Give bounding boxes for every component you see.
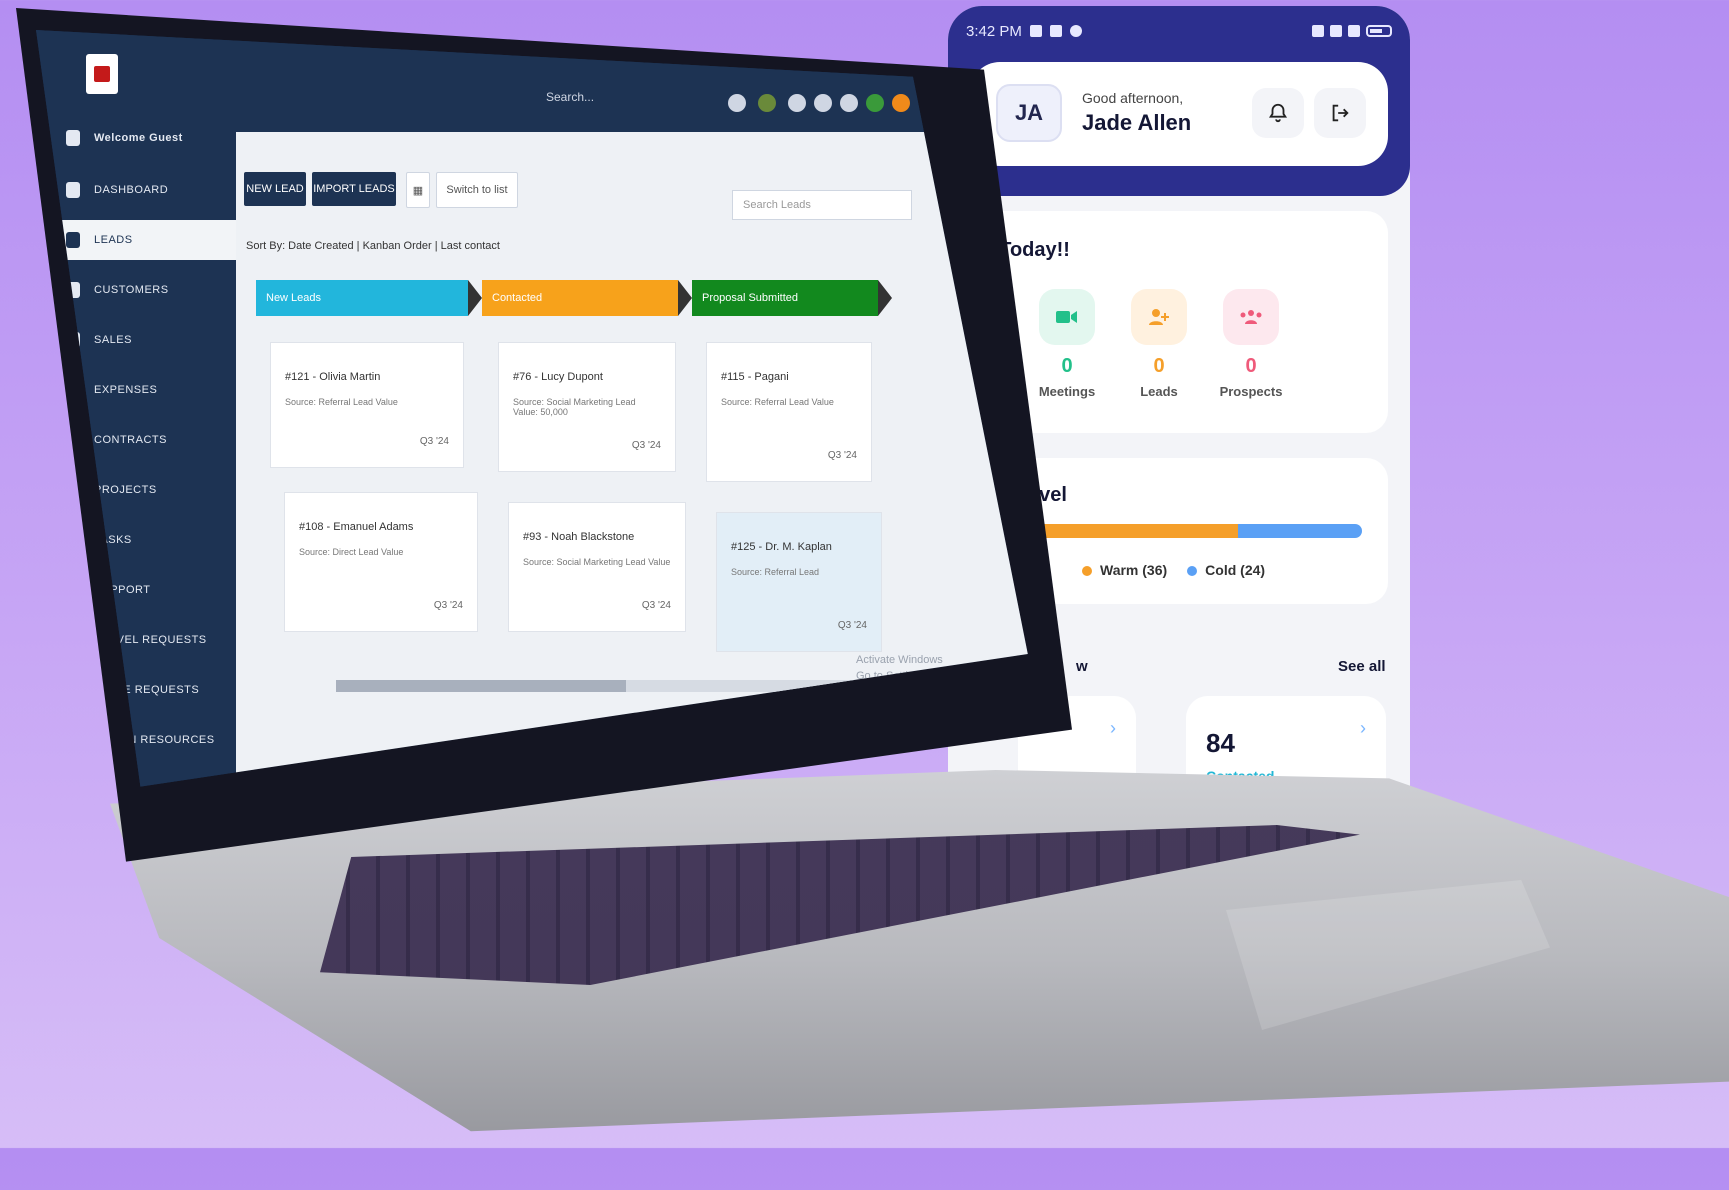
logout-button[interactable]	[1314, 88, 1366, 138]
stat-label: Leads	[1140, 384, 1178, 399]
sidebar-item-dashboard[interactable]: DASHBOARD	[66, 170, 236, 210]
cold-segment	[1237, 524, 1362, 538]
sidebar-item-leave-requests[interactable]: LEAVE REQUESTS	[66, 670, 236, 710]
stat-label: Meetings	[1038, 384, 1096, 399]
logo	[86, 54, 118, 94]
legend-warm: Warm (36)	[1082, 562, 1167, 578]
new-lead-button[interactable]: NEW LEAD	[244, 172, 306, 206]
share-icon[interactable]	[788, 94, 806, 112]
logout-icon	[1332, 104, 1349, 122]
sidebar-item-customers[interactable]: CUSTOMERS	[66, 270, 236, 310]
wifi-icon	[1330, 25, 1342, 37]
sidebar-item-travel-requests[interactable]: TRAVEL REQUESTS	[66, 620, 236, 660]
sidebar-item-sales[interactable]: SALES	[66, 320, 236, 360]
overview-title: w	[1076, 658, 1088, 675]
avatar[interactable]: JA	[996, 84, 1062, 142]
status-icon[interactable]	[866, 94, 884, 112]
add-user-icon	[1131, 289, 1187, 345]
grid-view-icon[interactable]: ▦	[406, 172, 430, 208]
sidebar: Welcome Guest DASHBOARD LEADS CUSTOMERS …	[36, 130, 256, 787]
video-icon	[1039, 289, 1095, 345]
lead-card[interactable]: #108 - Emanuel Adams Source: Direct Lead …	[284, 492, 478, 632]
stat-label: Prospects	[1219, 384, 1283, 399]
calendar-icon[interactable]	[814, 94, 832, 112]
greeting-text: Good afternoon,	[1082, 90, 1184, 106]
lead-card[interactable]: #76 - Lucy Dupont Source: Social Marketin…	[498, 342, 676, 472]
dashboard-icon	[66, 182, 80, 198]
stat-value: 0	[1061, 355, 1073, 377]
user-icon	[66, 130, 80, 146]
sidebar-item-expenses[interactable]: EXPENSES	[66, 370, 236, 410]
lead-level-legend: Warm (36) Cold (24)	[1082, 562, 1265, 578]
leave-icon	[66, 682, 80, 698]
chevron-right-icon: ›	[1110, 718, 1116, 738]
import-leads-button[interactable]: IMPORT LEADS	[312, 172, 396, 206]
hr-icon	[66, 732, 80, 748]
settings-icon	[1069, 25, 1082, 37]
search-icon[interactable]	[728, 94, 746, 112]
legend-cold: Cold (24)	[1187, 562, 1265, 578]
status-bar: 3:42 PM	[966, 20, 1392, 42]
switch-to-list-button[interactable]: Switch to list	[436, 172, 518, 208]
battery-icon	[1366, 25, 1392, 37]
lane-proposal-submitted[interactable]: Proposal Submitted	[692, 280, 892, 316]
see-all-link[interactable]: See all	[1338, 658, 1386, 675]
sidebar-welcome: Welcome Guest	[66, 118, 236, 158]
stat-leads[interactable]: 0 Leads	[1114, 289, 1204, 399]
lead-card[interactable]: #115 - Pagani Source: Referral Lead Value…	[706, 342, 872, 482]
lead-card[interactable]: #93 - Noah Blackstone Source: Social Mark…	[508, 502, 686, 632]
search-leads-input[interactable]: Search Leads	[732, 190, 912, 220]
user-name: Jade Allen	[1082, 110, 1192, 135]
travel-icon	[66, 632, 80, 648]
image-icon	[1049, 25, 1062, 37]
contacted-count: 84	[1206, 728, 1235, 758]
chevron-right-icon: ›	[1360, 718, 1366, 738]
avatar[interactable]	[758, 94, 776, 112]
stat-prospects[interactable]: 0 Prospects	[1206, 289, 1296, 399]
status-time: 3:42 PM	[966, 22, 1022, 40]
group-icon	[1223, 289, 1279, 345]
alert-icon[interactable]	[892, 94, 910, 112]
stat-meetings[interactable]: 0 Meetings	[1022, 289, 1112, 399]
sidebar-item-leads[interactable]: LEADS	[54, 220, 256, 260]
laptop-body	[110, 770, 1729, 1132]
notification-icon[interactable]	[840, 94, 858, 112]
lead-card[interactable]: #121 - Olivia Martin Source: Referral Lea…	[270, 342, 464, 468]
stat-value: 0	[1245, 355, 1257, 377]
sort-options[interactable]: Sort By: Date Created | Kanban Order | L…	[246, 240, 500, 252]
lead-card[interactable]: #125 - Dr. M. Kaplan Source: Referral Lea…	[716, 512, 882, 652]
global-search[interactable]: Search...	[546, 90, 594, 104]
mail-icon	[1029, 25, 1042, 37]
greeting-card: JA Good afternoon, Jade Allen	[970, 62, 1388, 166]
support-icon	[66, 582, 80, 598]
stat-value: 0	[1153, 355, 1165, 377]
sidebar-item-human-resources[interactable]: HUMAN RESOURCES	[66, 720, 236, 760]
signal-icon	[1348, 25, 1360, 37]
leads-icon	[66, 232, 80, 248]
bell-icon	[1268, 103, 1288, 123]
tasks-icon	[66, 532, 80, 548]
lane-new-leads[interactable]: New Leads	[256, 280, 482, 316]
warm-segment	[1030, 524, 1238, 538]
notifications-button[interactable]	[1252, 88, 1304, 138]
network-icon	[1312, 25, 1324, 37]
lane-contacted[interactable]: Contacted	[482, 280, 692, 316]
